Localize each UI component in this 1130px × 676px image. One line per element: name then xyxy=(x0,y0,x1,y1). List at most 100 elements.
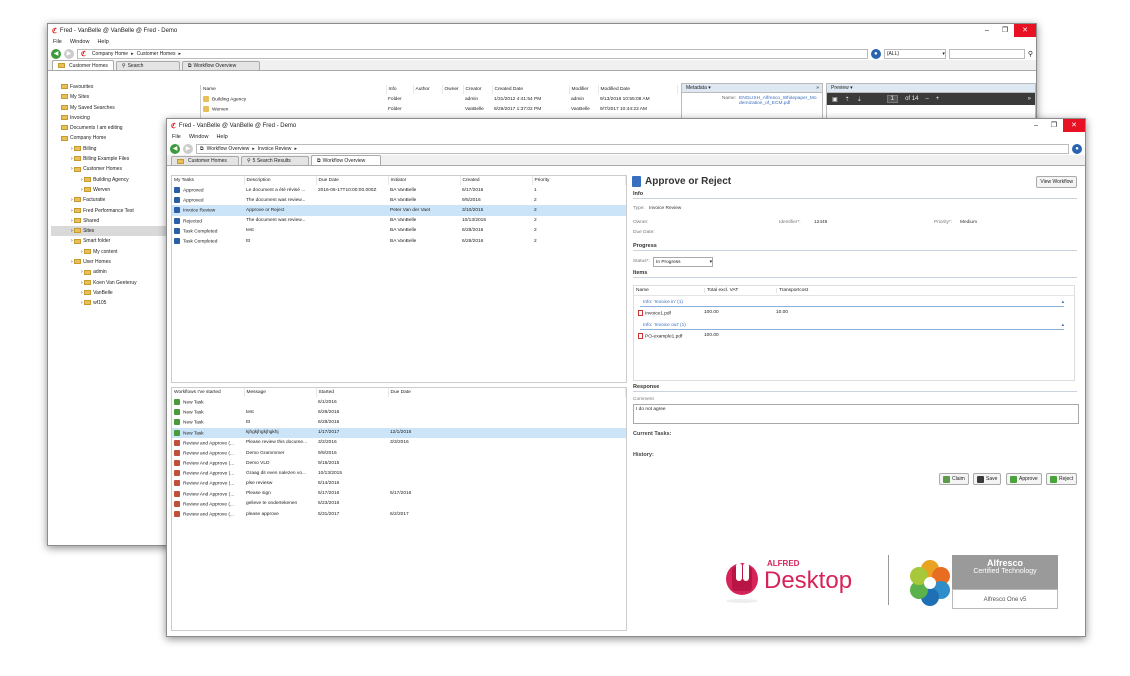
tab-search[interactable]: ⚲ Search xyxy=(115,61,180,70)
menu-file[interactable]: File xyxy=(172,134,181,140)
table-row[interactable]: Review And Approve (... plse reviesw 6/14/… xyxy=(172,479,626,489)
tab-customer-homes[interactable]: Customer Homes xyxy=(171,156,239,165)
comment-textarea[interactable]: I do not agree xyxy=(633,404,1079,424)
list-item[interactable]: PO-example1.pdf 100.00 xyxy=(638,333,848,339)
col-total[interactable]: Total excl. VAT xyxy=(704,288,776,293)
search-icon[interactable]: ⚲ xyxy=(1028,50,1033,58)
col-initiator[interactable]: Initiator xyxy=(388,176,461,185)
col-wf-due-date[interactable]: Due Date xyxy=(388,388,626,397)
metadata-name-value: ENGLISH_Alfresco_Whitepaper_Modernizatio… xyxy=(739,96,817,106)
tab-customer-homes[interactable]: Customer Homes xyxy=(52,60,114,70)
my-tasks-panel: My Tasks Description Due Date Initiator … xyxy=(171,175,627,383)
col-modified-date[interactable]: Modified Date xyxy=(598,85,678,94)
reject-button[interactable]: Reject xyxy=(1046,473,1078,485)
col-item-name[interactable]: Name xyxy=(634,288,704,293)
table-row[interactable]: Task Completed ttt BA VanBelle 6/28/2016 2 xyxy=(172,236,626,246)
col-due-date[interactable]: Due Date xyxy=(316,176,389,185)
back-nav-icon[interactable]: ◀ xyxy=(51,48,61,59)
search-input[interactable] xyxy=(948,48,1025,59)
claim-button[interactable]: Claim xyxy=(939,473,969,485)
metadata-header[interactable]: Metadata ▾» xyxy=(682,84,822,93)
tree-item[interactable]: My Saved Searches xyxy=(51,103,198,113)
forward-nav-icon[interactable]: ▶ xyxy=(183,143,193,154)
close-button[interactable]: ✕ xyxy=(1063,119,1085,132)
breadcrumb-item[interactable]: Invoice Review xyxy=(258,146,292,152)
col-modifier[interactable]: Modifier xyxy=(569,85,599,94)
globe-icon[interactable]: ● xyxy=(1072,143,1082,154)
col-info[interactable]: Info xyxy=(386,85,414,94)
col-message[interactable]: Message xyxy=(244,388,317,397)
table-row[interactable]: Building Agency Folder admin 1/31/2012 4:41… xyxy=(201,94,678,104)
table-row[interactable]: Review and Approve (... Demo Grammmer 9/9/… xyxy=(172,448,626,458)
maximize-button[interactable]: ❐ xyxy=(1045,119,1063,132)
forward-nav-icon[interactable]: ▶ xyxy=(64,48,74,59)
tab-workflow-overview[interactable]: ⧉ Workflow Overview xyxy=(311,155,381,165)
item-group-invoice-in[interactable]: Info: 'Invoice in' (1) ▴ xyxy=(640,298,1064,307)
maximize-button[interactable]: ❐ xyxy=(996,24,1014,37)
col-workflows[interactable]: Workflows I've started xyxy=(172,388,245,397)
minimize-button[interactable]: – xyxy=(978,24,996,37)
menu-help[interactable]: Help xyxy=(97,39,108,45)
table-row[interactable]: Approved Le document a été révisé ... 2016… xyxy=(172,185,626,195)
close-button[interactable]: ✕ xyxy=(1014,24,1036,37)
menu-file[interactable]: File xyxy=(53,39,62,45)
status-select[interactable]: In Progress ▾ xyxy=(653,257,713,267)
table-row[interactable]: Review And Approve (... Graag dit even na… xyxy=(172,468,626,478)
table-row[interactable]: Werven Folder VanBelle 8/29/2017 1:37:02 PM… xyxy=(201,104,678,114)
col-priority[interactable]: Priority xyxy=(532,176,626,185)
tree-item[interactable]: My Sites xyxy=(51,92,198,102)
col-creator[interactable]: Creator xyxy=(463,85,493,94)
table-row[interactable]: New Task test 6/28/2016 xyxy=(172,407,626,417)
page-number-input[interactable]: 1 xyxy=(886,95,899,103)
table-row[interactable]: Review And Approve (... Please sign 6/17/2… xyxy=(172,489,626,499)
back-nav-icon[interactable]: ◀ xyxy=(170,143,180,154)
table-row[interactable]: Rejected The document was review... BA Van… xyxy=(172,216,626,226)
col-description[interactable]: Description xyxy=(244,176,317,185)
scope-select[interactable]: (ALL) ▾ xyxy=(883,48,946,59)
globe-icon[interactable]: ● xyxy=(870,48,881,59)
sidebar-toggle-icon[interactable]: ▣ xyxy=(832,96,838,103)
tree-item[interactable]: Favourites xyxy=(51,82,198,92)
col-author[interactable]: Author xyxy=(413,85,443,94)
priority-label: Priority*: xyxy=(934,220,953,225)
col-transport[interactable]: Transportcost xyxy=(776,288,848,293)
table-row[interactable]: Review and Approve (... Please review thi… xyxy=(172,438,626,448)
col-my-tasks[interactable]: My Tasks xyxy=(172,176,245,185)
tab-search-results[interactable]: ⚲ 5 Search Results xyxy=(241,156,309,165)
item-group-invoice-out[interactable]: Info: 'Invoice out' (1) ▴ xyxy=(640,321,1064,330)
menu-help[interactable]: Help xyxy=(216,134,227,140)
col-owner[interactable]: Owner xyxy=(442,85,464,94)
col-started[interactable]: Started xyxy=(316,388,389,397)
breadcrumb-item[interactable]: Company Home xyxy=(92,51,128,57)
col-created[interactable]: Created xyxy=(460,176,533,185)
table-row[interactable]: Invoice Review Approve or Reject Peter Van… xyxy=(172,205,626,216)
table-row[interactable]: New Task kjhgkjhgkjhgkhj 1/17/2017 12/1/201… xyxy=(172,427,626,438)
table-row[interactable]: New Task 6/1/2016 xyxy=(172,397,626,407)
table-row[interactable]: Review And Approve (... Demo VLD 9/18/2015 xyxy=(172,458,626,468)
menu-window[interactable]: Window xyxy=(70,39,90,45)
zoom-in-icon[interactable]: + xyxy=(936,96,940,102)
table-header: My Tasks Description Due Date Initiator … xyxy=(172,176,626,185)
table-row[interactable]: New Task ttt 6/28/2016 xyxy=(172,417,626,427)
zoom-out-icon[interactable]: – xyxy=(925,96,928,102)
view-workflow-button[interactable]: View Workflow xyxy=(1036,176,1077,188)
next-page-icon[interactable]: ⇣ xyxy=(857,96,862,103)
col-created-date[interactable]: Created Date xyxy=(492,85,570,94)
table-row[interactable]: Approved The document was review... BA Van… xyxy=(172,195,626,205)
table-row[interactable]: Task Completed test BA VanBelle 6/28/2016 2 xyxy=(172,226,626,236)
table-row[interactable]: Review and Approve (... please approve 5/3… xyxy=(172,509,626,519)
expand-icon[interactable]: » xyxy=(1028,96,1031,102)
tab-workflow-overview[interactable]: ⧉ Workflow Overview xyxy=(181,61,260,70)
menu-window[interactable]: Window xyxy=(189,134,209,140)
list-item[interactable]: Invoice1.pdf 100.00 10.00 xyxy=(638,310,848,316)
app-icon: ℭ xyxy=(52,27,57,35)
save-button[interactable]: Save xyxy=(973,473,1002,485)
breadcrumb-item[interactable]: Workflow Overview xyxy=(207,146,250,152)
breadcrumb-item[interactable]: Customer Homes xyxy=(137,51,176,57)
approve-button[interactable]: Approve xyxy=(1006,473,1042,485)
minimize-button[interactable]: – xyxy=(1027,119,1045,132)
preview-header[interactable]: Preview ▾ xyxy=(827,84,1035,93)
prev-page-icon[interactable]: ⇡ xyxy=(845,96,850,103)
col-name[interactable]: Name xyxy=(201,85,387,94)
table-row[interactable]: Review and Approve (... gelieve te ondert… xyxy=(172,499,626,509)
